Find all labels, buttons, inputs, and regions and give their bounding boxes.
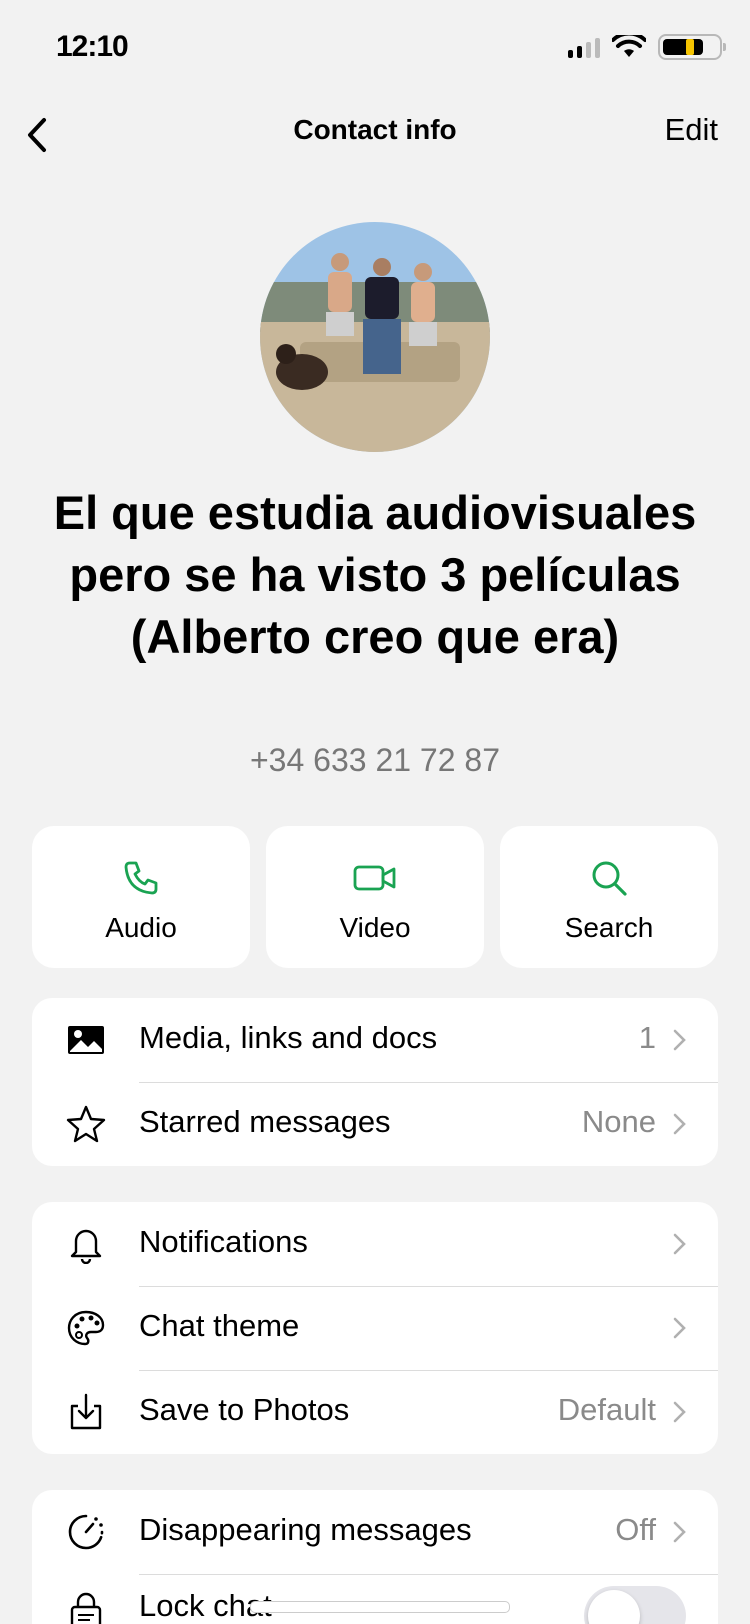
row-label: Starred messages bbox=[139, 1104, 391, 1139]
battery-icon bbox=[658, 34, 726, 60]
row-value: Default bbox=[557, 1392, 656, 1427]
chevron-right-icon bbox=[673, 1317, 686, 1339]
status-time: 12:10 bbox=[56, 30, 129, 63]
action-buttons: Audio Video Search bbox=[32, 826, 718, 968]
search-label: Search bbox=[564, 912, 654, 943]
timer-icon bbox=[68, 1514, 104, 1550]
star-icon bbox=[66, 1105, 106, 1143]
video-label: Video bbox=[339, 912, 411, 943]
row-media-links-docs[interactable]: Media, links and docs 1 bbox=[32, 998, 718, 1082]
download-icon bbox=[70, 1393, 102, 1430]
toggle-knob bbox=[588, 1590, 640, 1624]
row-label: Save to Photos bbox=[139, 1392, 350, 1427]
contact-phone: +34 633 21 72 87 bbox=[249, 742, 500, 778]
contact-name: El que estudia audiovisuales pero se ha … bbox=[53, 486, 697, 663]
video-call-button[interactable]: Video bbox=[266, 826, 484, 968]
cellular-signal-icon bbox=[568, 36, 600, 58]
row-value: 1 bbox=[638, 1020, 656, 1055]
audio-call-button[interactable]: Audio bbox=[32, 826, 250, 968]
row-lock-chat[interactable]: Lock chat bbox=[32, 1574, 718, 1624]
row-value: None bbox=[581, 1104, 656, 1139]
edit-button[interactable]: Edit bbox=[665, 112, 718, 148]
video-icon bbox=[353, 865, 396, 891]
chevron-right-icon bbox=[673, 1113, 686, 1135]
lock-chat-toggle[interactable] bbox=[584, 1586, 686, 1624]
chevron-left-icon bbox=[28, 118, 46, 152]
avatar-photo bbox=[260, 222, 490, 452]
row-label: Media, links and docs bbox=[139, 1020, 438, 1055]
chevron-right-icon bbox=[673, 1233, 686, 1255]
chevron-right-icon bbox=[673, 1401, 686, 1423]
status-icons bbox=[568, 34, 726, 60]
chevron-right-icon bbox=[673, 1521, 686, 1543]
row-disappearing-messages[interactable]: Disappearing messages Off bbox=[32, 1490, 718, 1574]
contact-avatar[interactable] bbox=[260, 222, 490, 452]
row-label: Chat theme bbox=[139, 1308, 300, 1343]
palette-icon bbox=[67, 1310, 105, 1346]
row-label: Disappearing messages bbox=[139, 1512, 472, 1547]
row-label: Notifications bbox=[139, 1224, 308, 1259]
row-save-to-photos[interactable]: Save to Photos Default bbox=[32, 1370, 718, 1454]
phone-icon bbox=[124, 861, 158, 895]
image-icon bbox=[68, 1026, 104, 1054]
back-button[interactable] bbox=[14, 110, 64, 160]
row-chat-theme[interactable]: Chat theme bbox=[32, 1286, 718, 1370]
home-indicator bbox=[250, 1601, 510, 1613]
page-title: Contact info bbox=[293, 114, 457, 145]
row-starred-messages[interactable]: Starred messages None bbox=[32, 1082, 718, 1166]
search-button[interactable]: Search bbox=[500, 826, 718, 968]
bell-icon bbox=[70, 1229, 102, 1264]
lock-icon bbox=[70, 1592, 102, 1624]
row-notifications[interactable]: Notifications bbox=[32, 1202, 718, 1286]
settings-section: Notifications Chat theme Save to Photos … bbox=[32, 1202, 718, 1454]
navigation-bar: Contact info Edit bbox=[0, 100, 750, 170]
row-value: Off bbox=[615, 1512, 656, 1547]
status-bar: 12:10 bbox=[0, 0, 750, 100]
audio-label: Audio bbox=[105, 912, 177, 943]
search-icon bbox=[592, 861, 627, 896]
media-section: Media, links and docs 1 Starred messages… bbox=[32, 998, 718, 1166]
wifi-icon bbox=[612, 35, 646, 57]
chevron-right-icon bbox=[673, 1029, 686, 1051]
